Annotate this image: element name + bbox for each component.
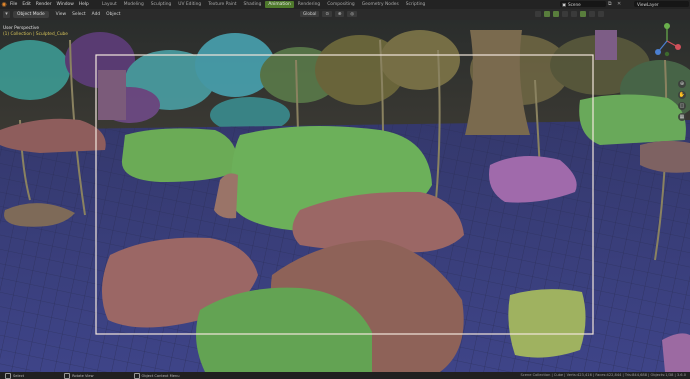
editor-type-icon[interactable]: ▾ <box>3 11 10 18</box>
overlay-toggle-icon[interactable] <box>553 11 559 17</box>
tab-geometry-nodes[interactable]: Geometry Nodes <box>359 1 402 8</box>
wireframe-shading-icon[interactable] <box>571 11 577 17</box>
tab-shading[interactable]: Shading <box>241 1 265 8</box>
transform-controls: Global ⊙ ⊕ ◎ <box>300 11 358 17</box>
rendered-shading-icon[interactable] <box>598 11 604 17</box>
tree-trunk-purple <box>98 70 126 120</box>
active-collection-label: (1) Collection | Sculpted_Cube <box>3 32 68 37</box>
transform-orientation-dropdown[interactable]: Global <box>300 11 320 17</box>
visibility-icon[interactable] <box>535 11 541 17</box>
status-rotate-label: Rotate View <box>72 373 94 378</box>
tab-layout[interactable]: Layout <box>99 1 120 8</box>
tab-animation[interactable]: Animation <box>265 1 294 8</box>
scene-name: Scene <box>567 1 581 7</box>
view-layer-selector[interactable]: ViewLayer <box>634 1 689 7</box>
status-select: Select <box>5 372 25 379</box>
viewport-menus: View Select Add Object <box>56 12 121 17</box>
mouse-right-icon <box>133 372 140 379</box>
scene-statistics: Scene Collection | Cube | Verts:423,416 … <box>520 373 686 377</box>
main-menu: File Edit Render Window Help <box>10 2 89 7</box>
green-rock-back-right <box>579 94 686 145</box>
viewport-info: User Perspective (1) Collection | Sculpt… <box>3 26 68 38</box>
menu-window[interactable]: Window <box>57 2 74 7</box>
status-context-label: Object Context Menu <box>141 373 180 378</box>
top-right-icons: ⧉ ✕ <box>608 1 622 7</box>
pivot-icon[interactable]: ⊙ <box>322 11 332 17</box>
new-scene-icon[interactable]: ⧉ <box>608 1 613 7</box>
delete-scene-icon[interactable]: ✕ <box>617 1 622 7</box>
gizmo-toggle-icon[interactable] <box>544 11 550 17</box>
grid-icon[interactable]: ▦ <box>678 113 686 121</box>
tab-rendering[interactable]: Rendering <box>295 1 323 8</box>
tab-texture-paint[interactable]: Texture Paint <box>205 1 239 8</box>
snap-icon[interactable]: ⊕ <box>334 11 345 17</box>
viewport-header: ▾ Object Mode View Select Add Object Glo… <box>0 9 690 20</box>
material-shading-icon[interactable] <box>589 11 595 17</box>
scene-icon: ▣ <box>562 1 566 7</box>
xray-icon[interactable] <box>562 11 568 17</box>
viewport-menu-object[interactable]: Object <box>106 12 120 17</box>
menu-file[interactable]: File <box>10 2 17 7</box>
yellow-green-rock <box>508 289 586 358</box>
tab-compositing[interactable]: Compositing <box>324 1 358 8</box>
status-context: Object Context Menu <box>133 372 180 379</box>
view-layer-name: ViewLayer <box>637 1 659 7</box>
tab-uv-editing[interactable]: UV Editing <box>175 1 204 8</box>
purple-rock-corner <box>662 333 690 372</box>
3d-viewport[interactable]: ⊕ ✋ ◫ ▦ <box>0 20 690 372</box>
zoom-icon[interactable]: ⊕ <box>678 80 686 88</box>
green-rock-left <box>121 128 239 182</box>
tab-sculpting[interactable]: Sculpting <box>148 1 175 8</box>
scene-render <box>0 20 690 372</box>
navigation-buttons: ⊕ ✋ ◫ ▦ <box>678 80 686 121</box>
pan-hand-icon[interactable]: ✋ <box>678 91 686 99</box>
brown-rock-edge-right <box>640 140 690 173</box>
scene-selector[interactable]: ▣ Scene <box>560 1 606 7</box>
gizmo-axis-icon[interactable] <box>652 22 682 60</box>
menu-render[interactable]: Render <box>36 2 52 7</box>
blender-window: ◉ File Edit Render Window Help Layout Mo… <box>0 0 690 379</box>
shading-controls <box>535 11 604 17</box>
workspace-tabs: Layout Modeling Sculpting UV Editing Tex… <box>99 1 428 8</box>
mouse-middle-icon <box>64 372 71 379</box>
tab-modeling[interactable]: Modeling <box>121 1 147 8</box>
proportional-edit-icon[interactable]: ◎ <box>347 11 358 17</box>
viewport-menu-select[interactable]: Select <box>72 12 86 17</box>
tab-scripting[interactable]: Scripting <box>403 1 429 8</box>
menu-edit[interactable]: Edit <box>22 2 31 7</box>
mouse-left-icon <box>5 372 11 379</box>
viewport-menu-view[interactable]: View <box>56 12 66 17</box>
status-bar: Select Rotate View Object Context Menu S… <box>0 372 690 379</box>
status-select-label: Select <box>13 373 25 378</box>
solid-shading-icon[interactable] <box>580 11 586 17</box>
viewport-menu-add[interactable]: Add <box>92 12 101 17</box>
camera-view-icon[interactable]: ◫ <box>678 102 686 110</box>
menu-help[interactable]: Help <box>79 2 89 7</box>
top-menu-bar: ◉ File Edit Render Window Help Layout Mo… <box>0 0 690 9</box>
blender-logo-icon[interactable]: ◉ <box>0 0 8 9</box>
status-rotate: Rotate View <box>64 372 94 379</box>
tree-trunk-purple-right <box>595 30 617 60</box>
tree-trunk-large <box>465 30 530 135</box>
object-mode-dropdown[interactable]: Object Mode <box>13 11 49 18</box>
